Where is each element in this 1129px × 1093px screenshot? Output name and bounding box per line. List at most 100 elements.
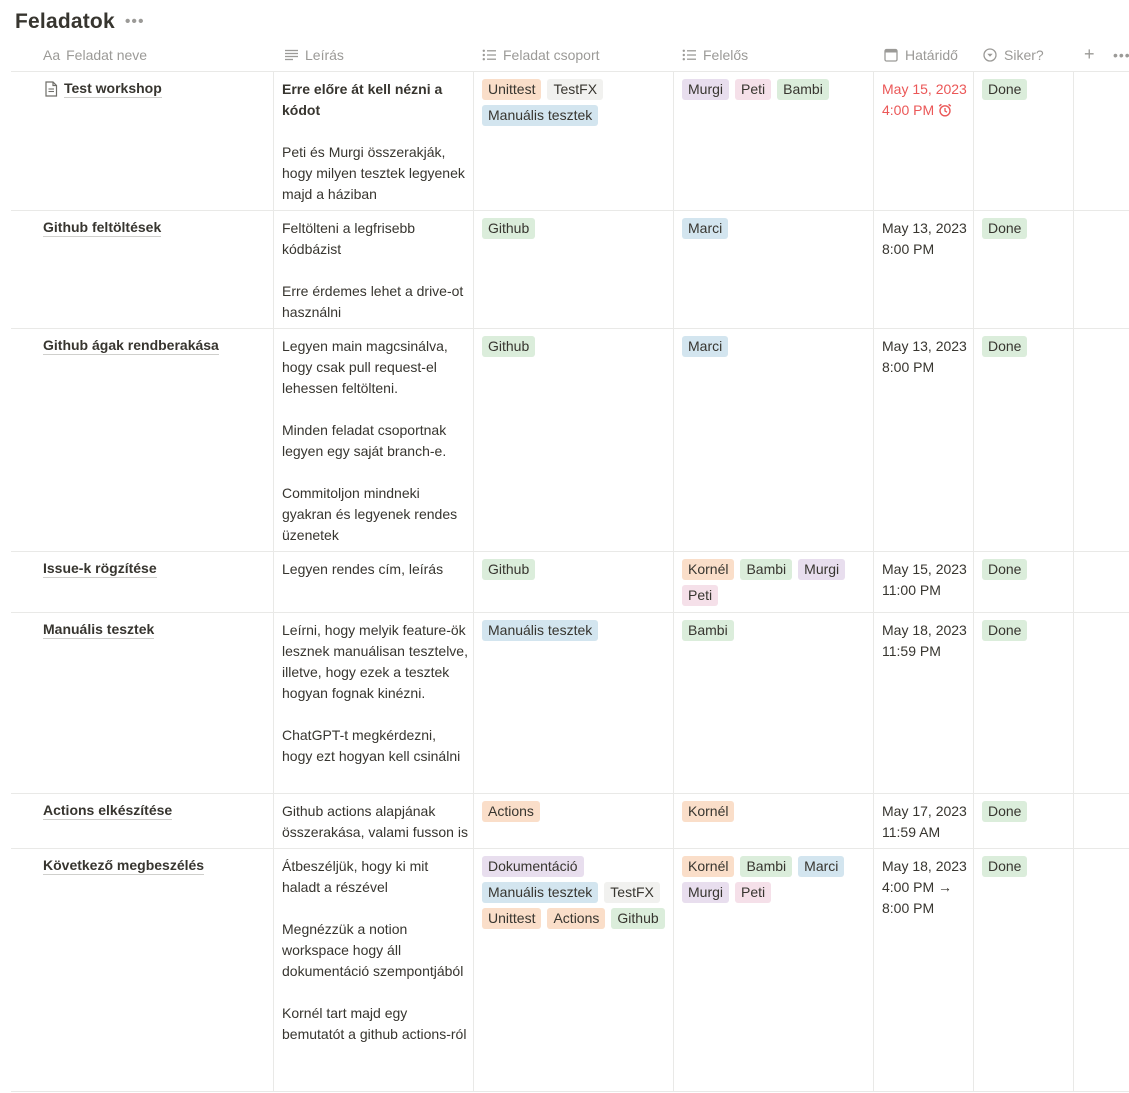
group-cell[interactable]: Actions <box>482 801 668 822</box>
table-row[interactable]: Github feltöltések Feltölteni a legfriseb… <box>11 211 1129 329</box>
status-badge[interactable]: Done <box>982 336 1028 357</box>
group-cell[interactable]: Github <box>482 336 668 357</box>
owner-tag[interactable]: Kornél <box>682 801 735 822</box>
group-tag[interactable]: Github <box>482 336 536 357</box>
status-badge[interactable]: Done <box>982 79 1028 100</box>
group-tag[interactable]: Github <box>482 218 536 239</box>
task-name[interactable]: Issue-k rögzítése <box>43 559 157 578</box>
owner-cell[interactable]: Kornél Bambi Marci Murgi Peti <box>682 856 868 903</box>
status-badge[interactable]: Done <box>982 801 1028 822</box>
owner-tag[interactable]: Bambi <box>682 620 734 641</box>
task-name-cell[interactable]: Github ágak rendberakása <box>43 336 265 355</box>
task-name-cell[interactable]: Github feltöltések <box>43 218 265 237</box>
owner-cell[interactable]: Marci <box>682 336 868 357</box>
description-cell[interactable]: Legyen main magcsinálva, hogy csak pull … <box>282 336 468 546</box>
owner-tag[interactable]: Murgi <box>682 79 730 100</box>
table-row[interactable]: Test workshop Erre előre át kell nézni a … <box>11 72 1129 211</box>
page-title[interactable]: Feladatok <box>15 10 115 34</box>
owner-cell[interactable]: Kornél Bambi Murgi Peti <box>682 559 868 606</box>
owner-cell[interactable]: Murgi Peti Bambi <box>682 79 868 100</box>
group-tag[interactable]: TestFX <box>604 882 660 903</box>
success-cell[interactable]: Done <box>982 856 1028 877</box>
success-cell[interactable]: Done <box>982 218 1028 239</box>
owner-tag[interactable]: Kornél <box>682 856 735 877</box>
table-row[interactable]: Github ágak rendberakása Legyen main magc… <box>11 329 1129 552</box>
task-name[interactable]: Következő megbeszélés <box>43 856 205 875</box>
task-name-cell[interactable]: Actions elkészítése <box>43 801 265 820</box>
success-cell[interactable]: Done <box>982 79 1028 100</box>
task-name-cell[interactable]: Következő megbeszélés <box>43 856 265 875</box>
column-header-name[interactable]: Aa Feladat neve <box>43 38 147 71</box>
task-name[interactable]: Manuális tesztek <box>43 620 155 639</box>
owner-tag[interactable]: Bambi <box>740 559 793 580</box>
group-cell[interactable]: Unittest TestFX Manuális tesztek <box>482 79 668 126</box>
column-header-owner[interactable]: Felelős <box>681 38 748 71</box>
table-row[interactable]: Manuális tesztek Leírni, hogy melyik feat… <box>11 613 1129 794</box>
due-date-cell[interactable]: May 13, 2023 8:00 PM <box>882 336 972 378</box>
more-options-icon[interactable]: ••• <box>125 14 145 30</box>
table-row[interactable]: Actions elkészítése Github actions alapjá… <box>11 794 1129 849</box>
owner-tag[interactable]: Bambi <box>777 79 829 100</box>
column-header-description[interactable]: Leírás <box>283 38 344 71</box>
group-tag[interactable]: Unittest <box>482 79 542 100</box>
group-cell[interactable]: Github <box>482 559 668 580</box>
column-header-group[interactable]: Feladat csoport <box>481 38 600 71</box>
success-cell[interactable]: Done <box>982 336 1028 357</box>
task-name-cell[interactable]: Issue-k rögzítése <box>43 559 265 578</box>
add-property-icon[interactable]: + <box>1084 38 1095 71</box>
due-date-cell[interactable]: May 17, 2023 11:59 AM <box>882 801 972 843</box>
due-date-cell[interactable]: May 15, 2023 4:00 PM <box>882 79 972 121</box>
group-cell[interactable]: Manuális tesztek <box>482 620 668 641</box>
owner-tag[interactable]: Peti <box>735 882 772 903</box>
task-name[interactable]: Github feltöltések <box>43 218 162 237</box>
due-date-cell[interactable]: May 13, 2023 8:00 PM <box>882 218 972 260</box>
task-name-cell[interactable]: Test workshop <box>44 79 266 98</box>
owner-cell[interactable]: Bambi <box>682 620 868 641</box>
status-badge[interactable]: Done <box>982 620 1028 641</box>
table-row[interactable]: Issue-k rögzítése Legyen rendes cím, leír… <box>11 552 1129 613</box>
task-name[interactable]: Test workshop <box>64 79 162 98</box>
task-name-cell[interactable]: Manuális tesztek <box>43 620 265 639</box>
due-date-cell[interactable]: May 18, 2023 4:00 PM → 8:00 PM <box>882 856 972 919</box>
group-tag[interactable]: Unittest <box>482 908 542 929</box>
column-header-due[interactable]: Határidő <box>883 38 958 71</box>
more-columns-icon[interactable]: ••• <box>1113 38 1129 71</box>
owner-cell[interactable]: Kornél <box>682 801 868 822</box>
group-tag[interactable]: Github <box>482 559 536 580</box>
group-tag[interactable]: Actions <box>547 908 606 929</box>
group-cell[interactable]: Dokumentáció Manuális tesztek TestFX Unitte… <box>482 856 668 929</box>
group-tag[interactable]: Manuális tesztek <box>482 620 599 641</box>
task-name[interactable]: Github ágak rendberakása <box>43 336 219 355</box>
description-cell[interactable]: Github actions alapjának összerakása, va… <box>282 801 468 843</box>
group-tag[interactable]: Github <box>611 908 665 929</box>
description-cell[interactable]: Legyen rendes cím, leírás <box>282 559 468 580</box>
owner-tag[interactable]: Peti <box>682 585 719 606</box>
owner-tag[interactable]: Kornél <box>682 559 735 580</box>
owner-cell[interactable]: Marci <box>682 218 868 239</box>
owner-tag[interactable]: Peti <box>735 79 772 100</box>
description-cell[interactable]: Átbeszéljük, hogy ki mit haladt a részév… <box>282 856 468 1045</box>
owner-tag[interactable]: Murgi <box>798 559 846 580</box>
status-badge[interactable]: Done <box>982 559 1028 580</box>
group-tag[interactable]: Dokumentáció <box>482 856 584 877</box>
task-name[interactable]: Actions elkészítése <box>43 801 173 820</box>
description-cell[interactable]: Erre előre át kell nézni a kódot Peti és … <box>282 79 468 205</box>
group-tag[interactable]: TestFX <box>547 79 604 100</box>
owner-tag[interactable]: Marci <box>682 336 729 357</box>
due-date-cell[interactable]: May 15, 2023 11:00 PM <box>882 559 972 601</box>
description-cell[interactable]: Leírni, hogy melyik feature-ök lesznek m… <box>282 620 468 767</box>
group-cell[interactable]: Github <box>482 218 668 239</box>
group-tag[interactable]: Manuális tesztek <box>482 882 599 903</box>
owner-tag[interactable]: Bambi <box>740 856 793 877</box>
status-badge[interactable]: Done <box>982 218 1028 239</box>
success-cell[interactable]: Done <box>982 620 1028 641</box>
success-cell[interactable]: Done <box>982 801 1028 822</box>
owner-tag[interactable]: Marci <box>682 218 729 239</box>
description-cell[interactable]: Feltölteni a legfrisebb kódbázist Erre ér… <box>282 218 468 323</box>
column-header-success[interactable]: Siker? <box>982 38 1044 71</box>
owner-tag[interactable]: Murgi <box>682 882 730 903</box>
owner-tag[interactable]: Marci <box>798 856 845 877</box>
due-date-cell[interactable]: May 18, 2023 11:59 PM <box>882 620 972 662</box>
group-tag[interactable]: Actions <box>482 801 540 822</box>
success-cell[interactable]: Done <box>982 559 1028 580</box>
